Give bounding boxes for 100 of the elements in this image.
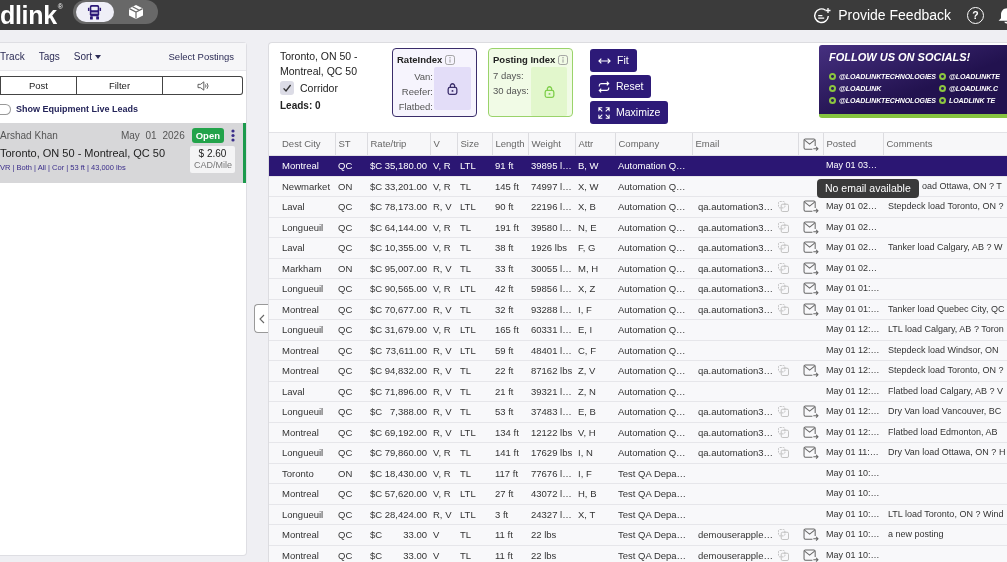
column-header[interactable]: Size	[457, 132, 492, 156]
action-button[interactable]: Reset	[590, 75, 652, 98]
table-row[interactable]: Longueuil QC $C 31,679.00 V, R LTL 165 ft 60331 l… E, I Automation Q… May 01 12:… LTL load Calgary, AB ? Toron	[269, 319, 1007, 340]
table-row[interactable]: Montreal QC $C 70,677.00 R, V TL 32 ft 93288 l… I, F Automation Q… qa.automation3… May 01 01:… Tanker load Quebec City, QC	[269, 299, 1007, 320]
company-cell: Test QA Depa…	[615, 545, 692, 562]
column-header[interactable]: Rate/trip	[367, 132, 430, 156]
column-header[interactable]: Attr	[575, 132, 615, 156]
table-row[interactable]: Montreal QC $C 94,832.00 R, V TL 22 ft 87162 lbs Z, V Automation Q… qa.automation3… May 01 12:… Stepdeck load Toronto, ON ?	[269, 360, 1007, 381]
table-row[interactable]: Longueuil QC $C 7,388.00 R, V TL 53 ft 37483 l… E, B Automation Q… qa.automation3… May 01 12:… Dry Van load Vancouver, BC	[269, 401, 1007, 422]
column-header[interactable]: Length	[492, 132, 528, 156]
length-cell: 165 ft	[492, 319, 528, 340]
size-cell: TL	[457, 217, 492, 238]
length-cell: 27 ft	[492, 483, 528, 504]
comment-text: Flatbed load Edmonton, AB	[888, 426, 998, 437]
toolbar-link[interactable]: Tags	[38, 50, 60, 63]
column-header[interactable]: Email	[692, 132, 798, 156]
posted-cell: May 01 03…	[823, 155, 883, 176]
mail-icon[interactable]	[802, 405, 819, 419]
mail-icon[interactable]	[802, 528, 819, 542]
sound-button[interactable]	[163, 76, 243, 95]
weight-cell: 24327 l…	[528, 504, 575, 525]
length-cell: 22 ft	[492, 360, 528, 381]
table-row[interactable]: Newmarket ON $C 33,201.00 V, R TL 145 ft 74997 l… X, W Automation Q… No email available oad Ottawa, ON ? T	[269, 176, 1007, 197]
size-cell: TL	[457, 237, 492, 258]
length-cell: 32 ft	[492, 299, 528, 320]
table-row[interactable]: Longueuil QC $C 79,860.00 V, R TL 141 ft 17629 lbs I, N Automation Q… qa.automation3… May 01 11:… Dry Van load Ottawa, ON ? H	[269, 442, 1007, 463]
equipment-cell: V	[430, 545, 457, 562]
toolbar-link[interactable]: Track	[0, 50, 25, 63]
mail-icon[interactable]	[802, 220, 819, 234]
feedback-button[interactable]: Provide Feedback	[813, 6, 951, 24]
posted-cell: May 01 01:…	[823, 278, 883, 299]
mode-tab[interactable]	[75, 2, 114, 22]
mail-icon[interactable]	[802, 425, 819, 439]
state-cell: QC	[335, 319, 367, 340]
mail-icon[interactable]	[802, 200, 819, 214]
table-row[interactable]: Longueuil QC $C 64,144.00 V, R TL 191 ft 39580 l… N, E Automation Q… qa.automation3… May 01 02…	[269, 217, 1007, 238]
segment-button[interactable]: Post	[0, 76, 77, 95]
weight-cell: 1926 lbs	[528, 237, 575, 258]
table-row[interactable]: Markham ON $C 95,007.00 R, V TL 33 ft 30055 l… M, H Automation Q… qa.automation3… May 01 02…	[269, 258, 1007, 279]
toolbar-link[interactable]: Select Postings	[168, 50, 234, 63]
table-row[interactable]: Toronto ON $C 18,430.00 V, R TL 117 ft 77676 l… I, F Test QA Depa… May 01 10:…	[269, 463, 1007, 484]
column-header[interactable]: Comments	[883, 132, 1007, 156]
mail-icon[interactable]	[802, 241, 819, 255]
sort-dropdown[interactable]: Sort	[73, 50, 102, 63]
kebab-menu-icon[interactable]	[231, 129, 235, 143]
corridor-checkbox[interactable]	[280, 81, 294, 95]
mail-icon[interactable]	[802, 548, 819, 562]
mail-icon[interactable]	[802, 446, 819, 460]
index-label: Reefer:	[400, 85, 433, 99]
column-header[interactable]: Posted	[823, 132, 883, 156]
length-cell: 191 ft	[492, 217, 528, 238]
weight-cell: 74997 l…	[528, 176, 575, 197]
live-leads-label: Show Equipment Live Leads	[16, 103, 139, 115]
table-row[interactable]: Montreal QC $C 33.00 V TL 11 ft 22 lbs Test QA Depa… demouserapple… May 01 10:… a new posting	[269, 524, 1007, 545]
table-row[interactable]: Laval QC $C 10,355.00 V, R TL 38 ft 1926 lbs F, G Automation Q… qa.automation3… May 01 02… Tanker load Calgary, AB ? W	[269, 237, 1007, 258]
city-cell: Montreal	[269, 483, 335, 504]
table-row[interactable]: Longueuil QC $C 90,565.00 V, R LTL 42 ft 59856 l… X, Z Automation Q… qa.automation3… May 01 01:…	[269, 278, 1007, 299]
index-title: RateIndex	[397, 53, 443, 66]
live-leads-switch[interactable]	[0, 103, 11, 115]
attributes-cell: N, E	[575, 217, 615, 238]
currency-code: $C	[370, 385, 383, 397]
segment-button[interactable]: Filter	[77, 76, 163, 95]
city-cell: Longueuil	[269, 217, 335, 238]
column-header[interactable]: Dest City	[269, 132, 335, 156]
action-button[interactable]: Fit	[590, 49, 637, 72]
mail-icon[interactable]	[802, 282, 819, 296]
bell-icon[interactable]	[998, 6, 1007, 24]
size-cell: LTL	[457, 422, 492, 443]
mail-icon[interactable]	[802, 137, 819, 151]
info-icon[interactable]	[445, 54, 456, 65]
length-cell: 3 ft	[492, 504, 528, 525]
attributes-cell: V, H	[575, 422, 615, 443]
state-cell: QC	[335, 504, 367, 525]
comment-text: Stepdeck load Toronto, ON ?	[888, 365, 1004, 376]
table-row[interactable]: Montreal QC $C 69,192.00 R, V LTL 134 ft 12122 lbs V, H Automation Q… qa.automation3… May 01 12:… Flatbed load Edmonton, AB	[269, 422, 1007, 443]
posted-cell: May 01 12:…	[823, 340, 883, 361]
action-button[interactable]: Maximize	[590, 101, 669, 124]
index-label: 7 days:	[493, 69, 525, 83]
info-icon[interactable]	[558, 54, 569, 65]
table-row[interactable]: Montreal QC $C 73,611.00 R, V LTL 59 ft 48401 l… C, F Automation Q… May 01 12:… Stepdeck load Windsor, ON	[269, 340, 1007, 361]
mail-icon[interactable]	[802, 261, 819, 275]
column-header[interactable]: V	[430, 132, 457, 156]
weight-cell: 87162 lbs	[528, 360, 575, 381]
column-header[interactable]: Weight	[528, 132, 575, 156]
collapse-handle[interactable]	[254, 304, 268, 333]
table-row[interactable]: Montreal QC $C 57,620.00 V, R LTL 27 ft 43072 l… H, B Test QA Depa… May 01 10:…	[269, 483, 1007, 504]
mail-icon[interactable]	[802, 364, 819, 378]
column-header[interactable]: ST	[335, 132, 367, 156]
column-header[interactable]: Company	[615, 132, 692, 156]
equipment-cell: V, R	[430, 217, 457, 238]
city-cell: Longueuil	[269, 278, 335, 299]
currency-code: $C	[370, 426, 383, 438]
mail-icon[interactable]	[802, 302, 819, 316]
state-cell: QC	[335, 381, 367, 402]
table-row[interactable]: Longueuil QC $C 28,424.00 R, V LTL 3 ft 24327 l… X, T Test QA Depa… May 01 10:… LTL load Toronto, ON ? Wind	[269, 504, 1007, 525]
rate-amount: 70,677.00	[384, 303, 427, 315]
table-row[interactable]: Montreal QC $C 35,180.00 V, R LTL 91 ft 39895 l… B, W Automation Q… May 01 03…	[269, 155, 1007, 176]
table-row[interactable]: Laval QC $C 78,173.00 R, V LTL 90 ft 22196 l… X, B Automation Q… qa.automation3… May 01 02… Stepdeck load Toronto, ON ?	[269, 196, 1007, 217]
table-row[interactable]: Laval QC $C 71,896.00 R, V TL 21 ft 39321 l… Z, N Automation Q… May 01 12:… Flatbed load Calgary, AB ? V	[269, 381, 1007, 402]
rate-value: $ 2.60	[197, 148, 228, 161]
